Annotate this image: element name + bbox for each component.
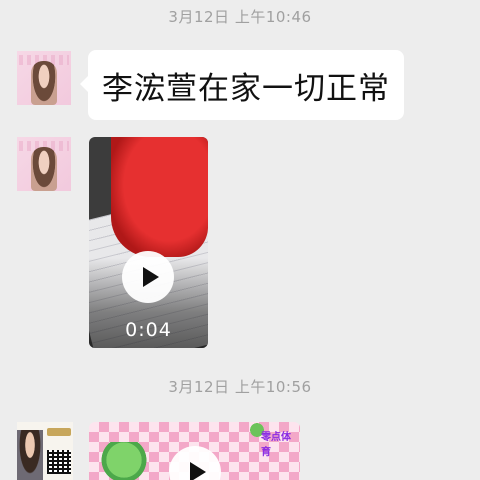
sender-avatar[interactable] bbox=[17, 137, 71, 191]
message-text: 李浤萱在家一切正常 bbox=[102, 70, 390, 107]
avatar-photo bbox=[31, 147, 57, 191]
video-thumbnail-subject bbox=[111, 137, 208, 257]
tree-illustration bbox=[101, 442, 147, 480]
video-duration: 0:04 bbox=[125, 319, 172, 341]
text-message-bubble[interactable]: 李浤萱在家一切正常 bbox=[80, 50, 404, 120]
avatar-photo bbox=[17, 430, 43, 480]
play-icon[interactable] bbox=[122, 251, 174, 303]
video-brand-text: 零点体育 bbox=[261, 432, 291, 458]
video-message[interactable]: 0:04 bbox=[89, 137, 208, 348]
play-icon[interactable] bbox=[169, 446, 221, 480]
video-message[interactable]: 零点体育 bbox=[89, 422, 300, 480]
sender-avatar[interactable] bbox=[17, 51, 71, 105]
qr-code-icon bbox=[47, 450, 71, 474]
avatar-logo bbox=[47, 428, 71, 436]
timestamp: 3月12日 上午10:46 bbox=[168, 8, 312, 26]
timestamp: 3月12日 上午10:56 bbox=[168, 378, 312, 396]
sender-avatar[interactable] bbox=[17, 422, 73, 480]
avatar-photo bbox=[31, 61, 57, 105]
